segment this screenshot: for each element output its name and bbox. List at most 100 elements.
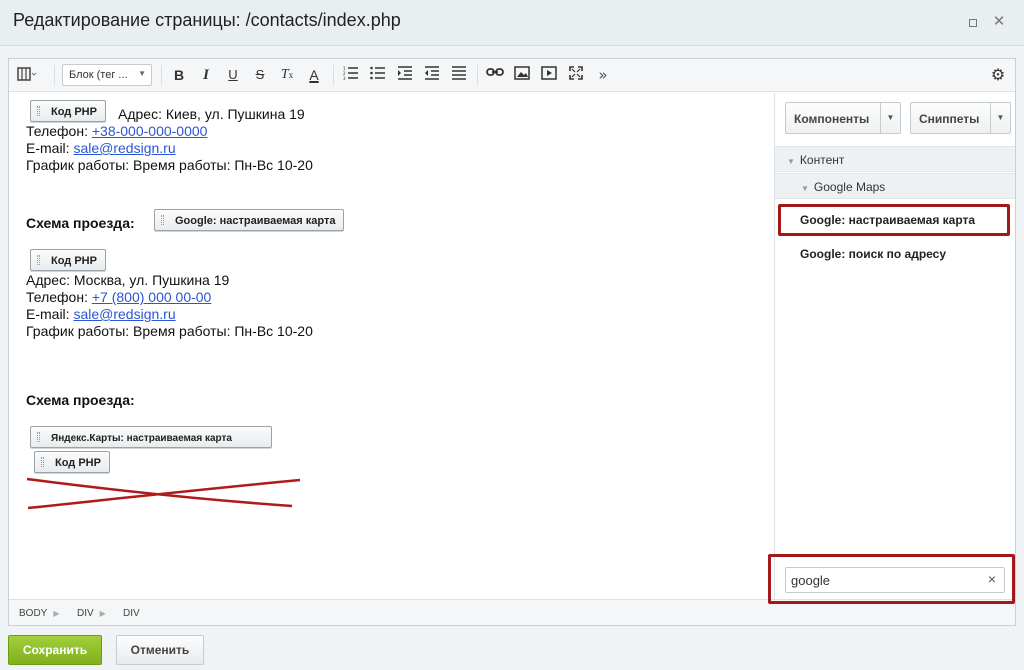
chevron-down-icon[interactable]: ▼ — [880, 103, 900, 133]
phone-link-kiev[interactable]: +38-000-000-0000 — [92, 123, 208, 139]
cancel-button[interactable]: Отменить — [116, 635, 204, 665]
save-button[interactable]: Сохранить — [8, 635, 102, 665]
chevron-down-icon[interactable]: ▼ — [990, 103, 1010, 133]
drag-handle-icon — [41, 457, 44, 467]
php-code-chip[interactable]: Код PHP — [30, 100, 106, 122]
chip-label: Код PHP — [51, 106, 97, 118]
view-mode-button[interactable] — [17, 66, 37, 84]
email-label: E-mail: — [26, 140, 74, 156]
phone-label: Телефон: — [26, 289, 92, 305]
drag-handle-icon — [37, 106, 40, 116]
video-icon — [541, 66, 557, 80]
maximize-button[interactable] — [963, 12, 983, 32]
components-button[interactable]: Компоненты ▼ — [785, 102, 901, 134]
block-format-value: Блок (тег ... — [69, 69, 128, 81]
breadcrumb-div-1[interactable]: DIV ▶ — [77, 608, 106, 619]
email-line-moscow: E-mail: sale@redsign.ru — [26, 306, 176, 323]
window-titlebar: Редактирование страницы: /contacts/index… — [0, 0, 1024, 46]
settings-button[interactable]: ⚙ — [989, 66, 1007, 84]
ordered-list-icon: 123 — [343, 66, 358, 81]
more-tools-button[interactable]: » — [594, 66, 612, 84]
block-format-select[interactable]: Блок (тег ... ▼ — [62, 64, 152, 86]
chevron-down-icon: ▼ — [801, 184, 809, 193]
phone-link-moscow[interactable]: +7 (800) 000 00-00 — [92, 289, 211, 305]
chip-label: Код PHP — [55, 457, 101, 469]
outdent-icon — [425, 66, 439, 80]
font-color-button[interactable]: A — [305, 66, 323, 84]
drag-handle-icon — [37, 432, 40, 442]
toolbar-separator — [333, 65, 334, 85]
editor-content[interactable]: Код PHP Адрес: Киев, ул. Пушкина 19 Теле… — [9, 93, 774, 599]
breadcrumb-body[interactable]: BODY ▶ — [19, 608, 60, 619]
italic-button[interactable]: I — [197, 66, 215, 84]
window-title: Редактирование страницы: /contacts/index… — [13, 10, 401, 30]
drag-handle-icon — [161, 215, 164, 225]
snippets-button[interactable]: Сниппеты ▼ — [910, 102, 1011, 134]
php-code-chip[interactable]: Код PHP — [30, 249, 106, 271]
maximize-icon — [969, 18, 977, 27]
phone-label: Телефон: — [26, 123, 92, 139]
chip-label: Код PHP — [51, 255, 97, 267]
address-moscow: Адрес: Москва, ул. Пушкина 19 — [26, 272, 230, 288]
component-item-google-address-search[interactable]: Google: поиск по адресу — [800, 247, 946, 261]
bullet-list-button[interactable] — [369, 66, 387, 84]
highlight-selected-component — [778, 204, 1010, 236]
email-link-moscow[interactable]: sale@redsign.ru — [73, 306, 175, 322]
link-button[interactable] — [486, 66, 504, 84]
php-code-chip[interactable]: Код PHP — [34, 451, 110, 473]
google-map-chip[interactable]: Google: настраиваемая карта — [154, 209, 345, 231]
toolbar-separator — [54, 65, 55, 85]
justify-button[interactable] — [450, 66, 468, 84]
fullscreen-button[interactable] — [567, 66, 585, 84]
chevron-right-icon: ▶ — [53, 609, 60, 618]
justify-icon — [452, 66, 466, 80]
route-label-kiev: Схема проезда: — [26, 215, 135, 231]
components-button-label: Компоненты — [794, 112, 870, 126]
gear-icon: ⚙ — [990, 65, 1006, 84]
email-link-kiev[interactable]: sale@redsign.ru — [73, 140, 175, 156]
drag-handle-icon — [37, 255, 40, 265]
crumb-label: BODY — [19, 608, 48, 619]
view-mode-icon — [17, 67, 37, 81]
strike-annotation — [26, 477, 301, 510]
toolbar-separator — [161, 65, 162, 85]
editor-toolbar: Блок (тег ... ▼ B I U S Tx A 123 » ⚙ — [9, 59, 1015, 92]
link-icon — [486, 68, 504, 76]
highlight-search-box — [768, 554, 1015, 604]
image-icon — [514, 66, 530, 80]
yandex-map-chip[interactable]: Яндекс.Карты: настраиваемая карта — [30, 426, 272, 448]
fullscreen-icon — [569, 66, 583, 80]
strikethrough-button[interactable]: S — [251, 66, 269, 84]
chevron-down-icon: ▼ — [138, 69, 146, 78]
indent-icon — [398, 66, 412, 80]
address-kiev: Адрес: Киев, ул. Пушкина 19 — [118, 106, 305, 122]
close-icon: ✕ — [992, 13, 1006, 30]
clear-format-icon: T — [280, 67, 289, 82]
tree-node-google-maps[interactable]: ▼ Google Maps — [775, 173, 1015, 199]
close-button[interactable]: ✕ — [989, 12, 1009, 32]
bullet-list-icon — [370, 66, 385, 80]
phone-line-kiev: Телефон: +38-000-000-0000 — [26, 123, 207, 140]
clear-format-button[interactable]: Tx — [278, 66, 296, 84]
email-line-kiev: E-mail: sale@redsign.ru — [26, 140, 176, 157]
tree-node-content[interactable]: ▼ Контент — [775, 146, 1015, 172]
chevron-right-icon: ▶ — [99, 609, 106, 618]
image-button[interactable] — [513, 66, 531, 84]
crumb-label: DIV — [123, 608, 140, 619]
breadcrumb-div-2[interactable]: DIV — [123, 608, 140, 619]
crumb-label: DIV — [77, 608, 94, 619]
tree-node-label: Google Maps — [813, 180, 886, 194]
chip-label: Google: настраиваемая карта — [175, 215, 336, 227]
route-label-moscow: Схема проезда: — [26, 392, 135, 408]
hours-moscow: График работы: Время работы: Пн-Вс 10-20 — [26, 323, 313, 339]
bold-button[interactable]: B — [170, 66, 188, 84]
outdent-button[interactable] — [423, 66, 441, 84]
indent-button[interactable] — [396, 66, 414, 84]
ordered-list-button[interactable]: 123 — [342, 66, 360, 84]
svg-text:3: 3 — [343, 76, 346, 80]
phone-line-moscow: Телефон: +7 (800) 000 00-00 — [26, 289, 211, 306]
underline-button[interactable]: U — [224, 66, 242, 84]
snippets-button-label: Сниппеты — [919, 112, 980, 126]
video-button[interactable] — [540, 66, 558, 84]
components-sidebar: Компоненты ▼ Сниппеты ▼ ▼ Контент ▼ Google… — [774, 93, 1015, 599]
